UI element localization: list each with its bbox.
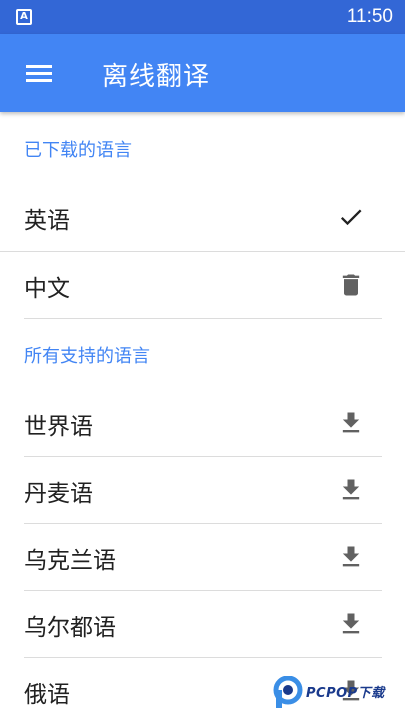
list-item-label: 俄语: [24, 682, 70, 708]
watermark-text: PCPOP下载: [306, 686, 385, 701]
app-notification-icon: A: [16, 9, 32, 25]
list-item-label: 乌克兰语: [24, 548, 116, 574]
divider: [24, 318, 382, 319]
download-icon[interactable]: [337, 409, 365, 437]
watermark-logo-icon: [273, 676, 303, 708]
list-item-label: 世界语: [24, 414, 93, 440]
list-item-chinese[interactable]: 中文: [0, 252, 405, 319]
status-time: 11:50: [346, 6, 393, 27]
list-item-ukrainian[interactable]: 乌克兰语: [0, 524, 405, 591]
list-item-urdu[interactable]: 乌尔都语: [0, 591, 405, 658]
status-bar: A 11:50: [0, 0, 405, 34]
list-item-label: 乌尔都语: [24, 615, 116, 641]
delete-icon[interactable]: [337, 271, 365, 299]
list-item-label: 丹麦语: [24, 481, 93, 507]
section-header-all: 所有支持的语言: [24, 346, 150, 367]
check-icon: [340, 209, 362, 226]
list-item-esperanto[interactable]: 世界语: [0, 390, 405, 457]
menu-button[interactable]: [16, 53, 62, 93]
list-item-danish[interactable]: 丹麦语: [0, 457, 405, 524]
list-item-label: 中文: [24, 276, 70, 302]
app-bar: 离线翻译: [0, 34, 405, 112]
download-icon[interactable]: [337, 543, 365, 571]
download-icon[interactable]: [337, 610, 365, 638]
list-item-label: 英语: [24, 208, 70, 234]
download-icon[interactable]: [337, 476, 365, 504]
watermark: PCPOP下载: [272, 676, 402, 712]
section-header-downloaded: 已下载的语言: [24, 140, 132, 161]
list-item-english[interactable]: 英语: [0, 184, 405, 251]
page-title: 离线翻译: [102, 62, 211, 92]
